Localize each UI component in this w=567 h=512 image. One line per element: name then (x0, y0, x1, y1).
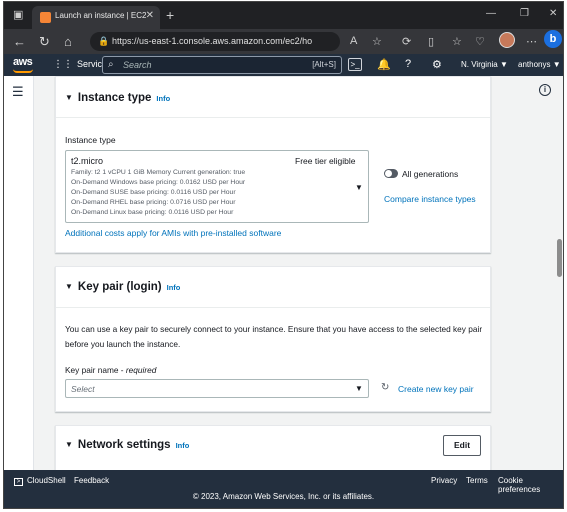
sidebar-toggle-icon[interactable]: ▣ (13, 10, 23, 21)
feedback-link[interactable]: Feedback (74, 476, 109, 485)
collapse-caret-icon[interactable]: ▼ (65, 93, 73, 102)
instance-detail-windows: On-Demand Windows base pricing: 0.0162 U… (71, 179, 246, 186)
window-close-icon[interactable]: ✕ (549, 8, 557, 19)
free-tier-label: Free tier eligible (295, 156, 356, 166)
url-field[interactable]: 🔒 https://us-east-1.console.aws.amazon.c… (90, 32, 340, 51)
side-rail: ☰ (4, 76, 34, 470)
favorites-icon[interactable]: ☆ (452, 35, 462, 48)
all-generations-toggle[interactable] (384, 169, 398, 178)
browser-window: ▣ Launch an instance | EC2 | us-eas ✕ + … (3, 1, 564, 509)
instance-type-name: t2.micro (71, 156, 104, 166)
info-panel-icon[interactable]: i (539, 84, 551, 96)
tab-title: Launch an instance | EC2 | us-eas (55, 11, 147, 20)
new-tab-icon[interactable]: + (166, 7, 174, 23)
copyright-text: © 2023, Amazon Web Services, Inc. or its… (192, 492, 375, 501)
collapse-caret-icon[interactable]: ▼ (65, 440, 73, 449)
refresh-icon[interactable]: ↻ (39, 34, 50, 50)
aws-logo[interactable]: aws (13, 56, 33, 68)
minimize-icon[interactable]: — (486, 8, 496, 19)
key-pair-panel: ▼ Key pair (login) Info You can use a key … (55, 266, 491, 412)
settings-gear-icon[interactable]: ⚙ (432, 58, 442, 71)
instance-detail-suse: On-Demand SUSE base pricing: 0.0116 USD … (71, 189, 236, 196)
key-pair-placeholder: Select (71, 384, 95, 394)
instance-detail-rhel: On-Demand RHEL base pricing: 0.0716 USD … (71, 199, 236, 206)
instance-type-heading[interactable]: ▼ Instance type Info (65, 92, 170, 104)
search-input[interactable]: ⌕ Search [Alt+S] (102, 56, 342, 74)
read-aloud-icon[interactable]: A (350, 35, 357, 47)
browser-tab-active[interactable]: Launch an instance | EC2 | us-eas ✕ (32, 6, 160, 29)
key-pair-heading[interactable]: ▼ Key pair (login) Info (65, 281, 180, 293)
aws-top-nav: aws ⋮⋮ Services ⌕ Search [Alt+S] >_ 🔔 ? ⚙… (4, 54, 563, 76)
info-link[interactable]: Info (167, 283, 181, 292)
required-label: required (125, 365, 157, 375)
extension-icon[interactable]: ⟳ (402, 35, 411, 48)
grid-icon: ⋮⋮ (53, 59, 73, 70)
compare-instance-types-link[interactable]: Compare instance types (384, 194, 476, 204)
dropdown-caret-icon: ▼ (355, 384, 363, 393)
search-shortcut: [Alt+S] (312, 60, 336, 69)
lock-icon: 🔒 (98, 36, 110, 46)
back-arrow-icon[interactable]: ← (13, 34, 26, 49)
notifications-bell-icon[interactable]: 🔔 (377, 58, 391, 71)
instance-type-select[interactable]: t2.micro Free tier eligible Family: t2 1… (65, 150, 369, 223)
refresh-key-pairs-icon[interactable]: ↻ (381, 382, 389, 393)
instance-type-label: Instance type (65, 135, 116, 145)
tab-bar: ▣ Launch an instance | EC2 | us-eas ✕ + … (4, 2, 563, 29)
account-menu[interactable]: anthonys ▼ (518, 60, 561, 69)
terms-link[interactable]: Terms (466, 476, 488, 485)
info-link[interactable]: Info (176, 441, 190, 450)
create-key-pair-link[interactable]: Create new key pair (398, 384, 474, 394)
collapse-caret-icon[interactable]: ▼ (65, 282, 73, 291)
all-generations-label: All generations (402, 169, 459, 179)
cloudshell-button[interactable]: > CloudShell (14, 476, 66, 486)
privacy-link[interactable]: Privacy (431, 476, 457, 485)
url-text: https://us-east-1.console.aws.amazon.com… (112, 36, 312, 46)
console-footer: > CloudShell Feedback Privacy Terms Cooki… (4, 470, 563, 508)
key-pair-name-label: Key pair name - required (65, 365, 157, 375)
region-selector[interactable]: N. Virginia ▼ (461, 60, 508, 69)
instance-type-panel: ▼ Instance type Info Instance type t2.micr… (55, 76, 491, 253)
home-icon[interactable]: ⌂ (64, 34, 72, 49)
hamburger-menu-icon[interactable]: ☰ (12, 84, 24, 100)
cloudshell-icon[interactable]: >_ (348, 58, 362, 71)
instance-detail-linux: On-Demand Linux base pricing: 0.0116 USD… (71, 209, 234, 216)
aws-logo-smile (13, 69, 33, 73)
additional-costs-link[interactable]: Additional costs apply for AMIs with pre… (65, 228, 281, 238)
restore-icon[interactable]: ❐ (520, 8, 529, 19)
terminal-icon: > (14, 478, 23, 486)
aws-favicon-icon (40, 12, 51, 23)
divider (56, 117, 490, 118)
profile-avatar[interactable] (499, 32, 515, 48)
favorite-star-icon[interactable]: ☆ (372, 35, 382, 48)
scrollbar-thumb[interactable] (557, 239, 562, 277)
dropdown-caret-icon: ▼ (355, 183, 363, 192)
info-link[interactable]: Info (156, 94, 170, 103)
address-bar-row: ← ↻ ⌂ 🔒 https://us-east-1.console.aws.am… (4, 29, 563, 54)
help-icon[interactable]: ? (405, 58, 411, 70)
toggle-knob (385, 170, 392, 177)
search-icon: ⌕ (108, 59, 114, 70)
instance-detail-family: Family: t2 1 vCPU 1 GiB Memory Current g… (71, 169, 246, 176)
key-pair-select[interactable]: Select ▼ (65, 379, 369, 398)
search-placeholder: Search (123, 60, 152, 70)
key-pair-description: You can use a key pair to securely conne… (65, 324, 483, 349)
tab-close-icon[interactable]: ✕ (146, 10, 154, 21)
split-screen-icon[interactable]: ▯ (428, 35, 434, 48)
divider (56, 307, 490, 308)
bing-copilot-icon[interactable]: b (544, 30, 562, 48)
health-icon[interactable]: ♡ (475, 35, 485, 48)
network-settings-heading[interactable]: ▼ Network settings Info (65, 439, 189, 451)
collections-icon[interactable]: ⋯ (526, 35, 537, 48)
edit-button[interactable]: Edit (443, 435, 481, 456)
